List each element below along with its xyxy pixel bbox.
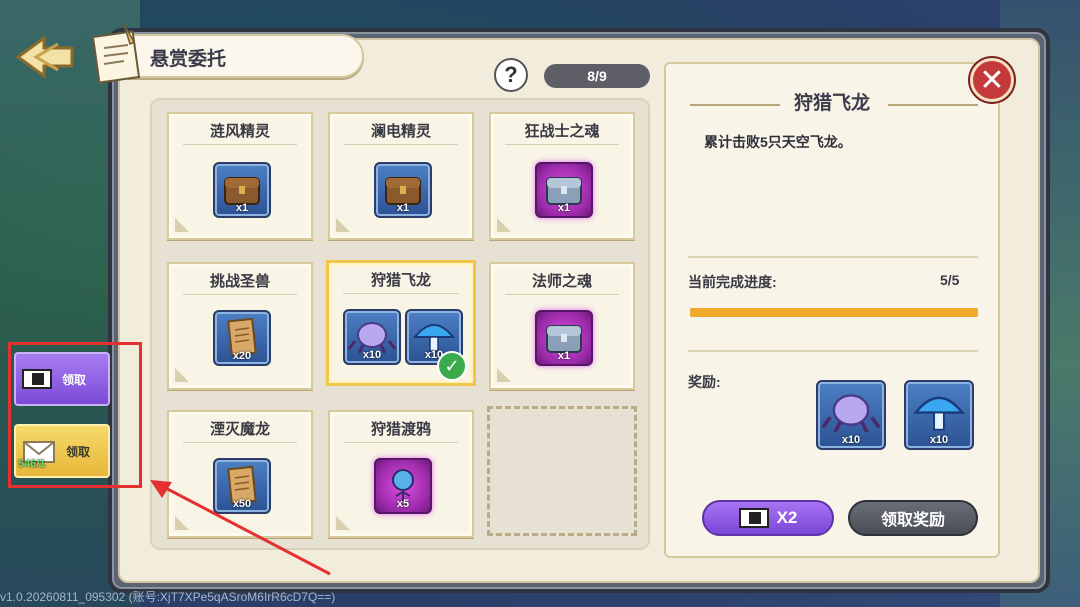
quest-name: 法师之魂 [531,273,592,290]
quest-card-selected[interactable]: 狩猎飞龙 x10 x10 ✓ [326,260,476,386]
quest-card[interactable]: 狩猎渡鸦 x5 [328,410,474,538]
quest-name: 狩猎飞龙 [370,272,431,289]
quest-card[interactable]: 涟风精灵 x1 [167,112,313,240]
divider [688,256,978,258]
quest-name: 挑战圣兽 [209,273,270,290]
quest-card[interactable]: 澜电精灵 x1 [328,112,474,240]
back-arrow-icon[interactable] [14,34,76,80]
completed-check-icon: ✓ [437,351,467,381]
reward-label: 奖励: [688,374,721,390]
progress-bar [690,308,978,317]
double-reward-button[interactable]: X2 [702,500,834,536]
annotation-arrow-icon [150,480,331,576]
item-qty: x1 [235,202,249,214]
quest-name: 狩猎渡鸦 [370,421,431,438]
item-qty: x20 [232,350,252,362]
reward-item: x1 [213,162,271,218]
detail-reward-item: x10 [904,380,974,450]
item-qty: x1 [396,202,410,214]
reward-item: x1 [374,162,432,218]
reward-item: x1 [535,162,593,218]
claim-reward-button[interactable]: 领取奖励 [848,500,978,536]
close-icon[interactable]: ✕ [970,58,1014,102]
detail-description: 累计击败5只天空飞龙。 [704,134,852,150]
detail-reward-item: x10 [816,380,886,450]
item-qty: x5 [396,498,410,510]
quest-name: 狂战士之魂 [524,123,600,140]
quest-count-badge: 8/9 [544,64,650,88]
divider [688,350,978,352]
item-qty: x10 [362,349,382,361]
progress-label: 当前完成进度: [688,274,777,290]
item-qty: x10 [929,434,949,446]
double-reward-label: X2 [776,508,798,527]
empty-quest-slot [487,406,637,536]
version-footer: v1.0.20260811_095302 (账号:XjT7XPe5qASroM6… [0,590,336,604]
scroll-icon [91,23,141,84]
quest-card[interactable]: 狂战士之魂 x1 [489,112,635,240]
quest-name: 涟风精灵 [209,123,270,140]
quest-card[interactable]: 挑战圣兽 x20 [167,262,313,390]
item-qty: x1 [557,202,571,214]
page-title: 悬赏委托 [150,49,227,70]
quest-card[interactable]: 法师之魂 x1 [489,262,635,390]
item-qty: x1 [557,350,571,362]
highlight-box [8,342,142,488]
reward-item: x10 [343,309,401,365]
quest-name: 澜电精灵 [370,123,431,140]
reward-item: x1 [535,310,593,366]
help-button[interactable]: ? [494,58,528,92]
item-qty: x10 [841,434,861,446]
reward-item: x5 [374,458,432,514]
video-icon [738,508,769,528]
progress-fill [690,308,978,317]
progress-value: 5/5 [940,272,960,288]
reward-item: x20 [213,310,271,366]
quest-name: 湮灭魔龙 [209,421,270,438]
detail-title: 狩猎飞龙 [793,93,870,114]
